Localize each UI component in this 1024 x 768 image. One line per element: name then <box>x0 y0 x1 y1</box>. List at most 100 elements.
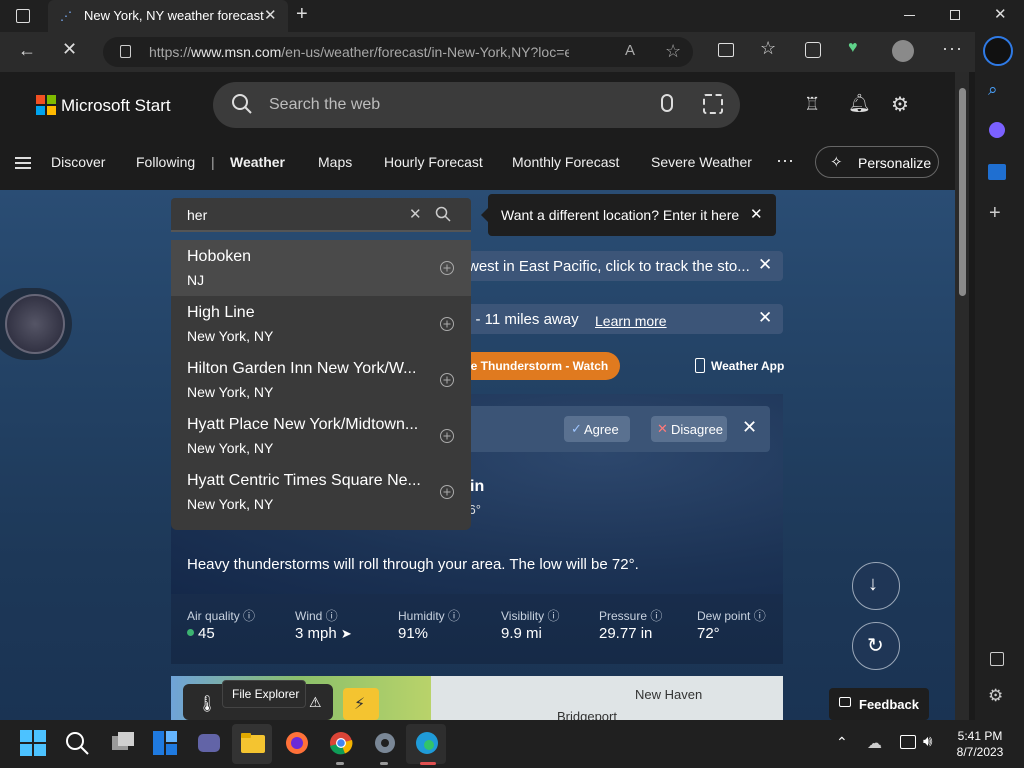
add-location-icon[interactable] <box>439 372 455 388</box>
url-text[interactable]: https://www.msn.com/en-us/weather/foreca… <box>149 44 569 60</box>
nav-weather[interactable]: Weather <box>230 154 285 170</box>
hide-sidebar-icon[interactable] <box>990 652 1004 666</box>
edge-icon[interactable] <box>414 730 442 758</box>
nav-hourly-forecast[interactable]: Hourly Forecast <box>384 154 483 170</box>
tab-actions-icon[interactable] <box>16 9 30 23</box>
suggestion-item[interactable]: High Line New York, NY <box>171 296 471 352</box>
alert-triangle-icon[interactable]: ⚠ <box>309 694 322 711</box>
notifications-bell-icon[interactable]: 🔔︎ <box>848 93 871 114</box>
suggestion-item[interactable]: Hyatt Centric Times Square Ne... New Yor… <box>171 464 471 520</box>
show-hidden-icons[interactable]: ⌃ <box>836 734 848 751</box>
system-clock[interactable]: 5:41 PM 8/7/2023 <box>950 728 1010 760</box>
visual-search-icon[interactable] <box>703 94 723 114</box>
feedback-button[interactable]: Feedback <box>829 688 929 720</box>
hamburger-menu-icon[interactable] <box>15 157 31 169</box>
restore-icon[interactable] <box>950 10 960 20</box>
close-window-icon[interactable]: ✕ <box>994 5 1007 23</box>
close-consent-icon[interactable]: ✕ <box>742 417 757 438</box>
weather-app-link[interactable]: Weather App <box>711 359 784 373</box>
nav-maps[interactable]: Maps <box>318 154 352 170</box>
add-location-icon[interactable] <box>439 484 455 500</box>
nav-discover[interactable]: Discover <box>51 154 105 170</box>
split-screen-icon[interactable] <box>718 43 734 57</box>
pressure-value: 29.77 in <box>599 625 653 642</box>
close-tab-icon[interactable]: ✕ <box>264 6 277 24</box>
profile-avatar[interactable] <box>892 40 914 62</box>
title-bar: ⋰ New York, NY weather forecast | ✕ + ✕ <box>0 0 1024 32</box>
close-lightning-banner-icon[interactable]: ✕ <box>758 308 772 328</box>
new-tab-icon[interactable]: + <box>296 3 308 26</box>
web-search-box[interactable]: Search the web <box>213 82 740 128</box>
minimize-icon[interactable] <box>904 15 915 16</box>
settings-gear-icon[interactable]: ⚙ <box>891 92 909 117</box>
add-location-icon[interactable] <box>439 428 455 444</box>
settings-app-icon[interactable] <box>372 730 400 758</box>
nav-separator: | <box>211 154 215 170</box>
disagree-button[interactable]: ✕ Disagree <box>651 416 727 442</box>
browser-tab[interactable]: ⋰ New York, NY weather forecast | ✕ <box>48 0 288 32</box>
microsoft-logo-icon[interactable] <box>36 95 56 115</box>
lock-icon[interactable] <box>120 45 131 58</box>
check-icon: ✓ <box>571 421 582 436</box>
add-sidebar-app-icon[interactable]: + <box>989 202 1001 225</box>
network-icon[interactable] <box>900 735 916 749</box>
add-location-icon[interactable] <box>439 260 455 276</box>
nav-following[interactable]: Following <box>136 154 195 170</box>
lightning-alert-text: l - 11 miles away <box>468 311 579 328</box>
microphone-icon[interactable] <box>661 94 673 112</box>
widgets-icon[interactable] <box>152 730 180 758</box>
scroll-down-button[interactable]: ↓ <box>852 562 900 610</box>
firefox-icon[interactable] <box>284 730 312 758</box>
sidebar-settings-icon[interactable]: ⚙ <box>988 686 1003 706</box>
suggestion-item[interactable]: Hilton Garden Inn New York/W... New York… <box>171 352 471 408</box>
rewards-trophy-icon[interactable]: ♖ <box>804 94 820 115</box>
onedrive-icon[interactable]: ☁ <box>867 734 882 752</box>
nav-more-icon[interactable]: ··· <box>776 150 794 171</box>
collections-icon[interactable] <box>805 42 821 58</box>
task-view-icon[interactable] <box>110 730 138 758</box>
location-search-input[interactable]: her ✕ <box>171 198 471 232</box>
volume-icon[interactable]: 🔊︎ <box>923 733 932 750</box>
site-logo-text[interactable]: Microsoft Start <box>61 96 171 116</box>
browser-essentials-icon[interactable]: ♥ <box>848 39 858 57</box>
search-sidebar-icon[interactable]: ⌕ <box>988 80 998 100</box>
read-aloud-icon[interactable]: A <box>625 42 635 59</box>
favorites-icon[interactable]: ☆ <box>760 38 776 59</box>
close-tooltip-icon[interactable]: ✕ <box>750 205 763 223</box>
teams-chat-icon[interactable] <box>196 730 224 758</box>
refresh-button[interactable]: ↻ <box>852 622 900 670</box>
add-favorite-icon[interactable]: ☆ <box>665 41 681 62</box>
suggestion-item[interactable]: Hyatt Place New York/Midtown... New York… <box>171 408 471 464</box>
stop-loading-icon[interactable]: ✕ <box>62 39 77 60</box>
learn-more-link[interactable]: Learn more <box>595 313 667 329</box>
add-location-icon[interactable] <box>439 316 455 332</box>
taskbar-search-icon[interactable] <box>64 730 92 758</box>
location-tooltip-text: Want a different location? Enter it here <box>501 207 740 223</box>
storm-alert-banner[interactable]: west in East Pacific, click to track the… <box>452 251 783 281</box>
copilot-icon[interactable] <box>989 122 1005 138</box>
thunderstorm-watch-badge[interactable]: re Thunderstorm - Watch <box>448 352 620 380</box>
scrollbar-thumb[interactable] <box>959 88 966 296</box>
lightning-alert-banner[interactable]: l - 11 miles away Learn more ✕ <box>452 304 783 334</box>
chrome-icon[interactable] <box>328 730 356 758</box>
nav-severe-weather[interactable]: Severe Weather <box>651 154 752 170</box>
chrome-running-indicator <box>336 762 344 765</box>
personalize-button[interactable]: ✧ Personalize <box>815 146 939 178</box>
address-bar[interactable]: https://www.msn.com/en-us/weather/foreca… <box>103 37 693 67</box>
suggestion-region: NJ <box>187 272 205 288</box>
nav-monthly-forecast[interactable]: Monthly Forecast <box>512 154 619 170</box>
radar-widget[interactable] <box>0 288 72 360</box>
thermometer-icon[interactable]: 🌡︎ <box>197 694 217 714</box>
file-explorer-icon[interactable] <box>240 730 268 758</box>
settings-more-icon[interactable]: ··· <box>942 38 963 59</box>
agree-button[interactable]: ✓ Agree <box>564 416 630 442</box>
start-windows-icon[interactable] <box>20 730 48 758</box>
close-storm-banner-icon[interactable]: ✕ <box>758 255 772 275</box>
bing-chat-icon[interactable] <box>983 36 1013 66</box>
location-search-icon[interactable] <box>435 206 451 222</box>
clear-search-icon[interactable]: ✕ <box>409 205 422 223</box>
outlook-icon[interactable] <box>988 164 1006 180</box>
lightning-layer-button[interactable]: ⚡︎ <box>343 688 379 720</box>
suggestion-item[interactable]: Hoboken NJ <box>171 240 471 296</box>
back-icon[interactable]: ← <box>18 40 36 61</box>
